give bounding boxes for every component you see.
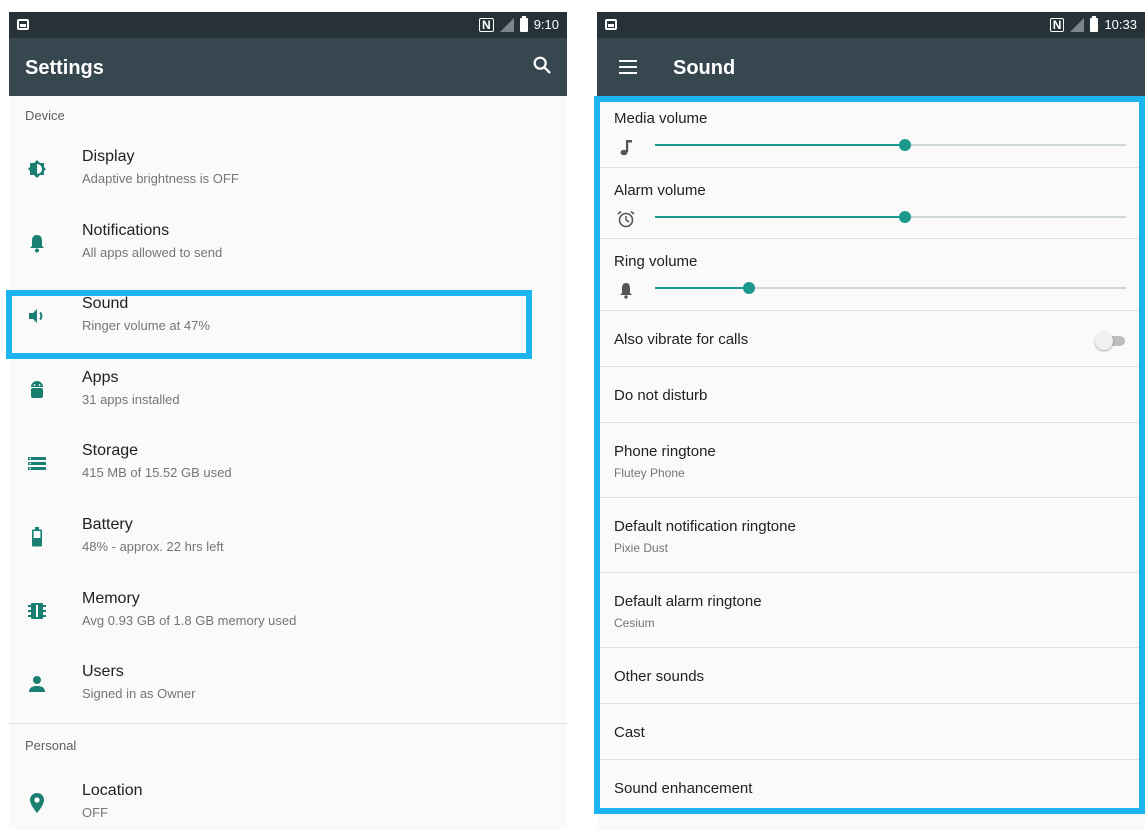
pref-title: Do not disturb <box>614 386 708 404</box>
phone-ringtone-row[interactable]: Phone ringtone Flutey Phone <box>597 423 1145 498</box>
status-bar: N 10:33 <box>597 12 1145 38</box>
slider-fill <box>655 287 750 289</box>
sound-enhancement-row[interactable]: Sound enhancement <box>597 760 1145 816</box>
pref-title: Also vibrate for calls <box>614 330 749 348</box>
item-title: Users <box>82 663 124 681</box>
slider-fill <box>655 215 905 218</box>
image-notification-icon <box>605 19 617 30</box>
page-title: Settings <box>25 57 104 79</box>
app-bar: Sound <box>597 38 1145 96</box>
item-subtitle: Adaptive brightness is OFF <box>82 171 239 186</box>
item-subtitle: Signed in as Owner <box>82 686 196 702</box>
item-subtitle: 48% - approx. 22 hrs left <box>82 538 224 554</box>
pref-title: Phone ringtone <box>614 442 716 460</box>
notification-ringtone-row[interactable]: Default notification ringtone Pixie Dust <box>597 498 1145 573</box>
page-title: Sound <box>673 57 736 79</box>
toggle-thumb <box>1095 331 1113 350</box>
vibrate-toggle[interactable] <box>1095 331 1125 350</box>
hamburger-menu-icon[interactable] <box>619 60 637 74</box>
pref-value: Pixie Dust <box>614 540 669 555</box>
volume-label: Ring volume <box>614 253 698 270</box>
item-title: Memory <box>82 589 140 607</box>
location-pin-icon <box>30 792 44 813</box>
status-icons: N 10:33 <box>1049 15 1137 32</box>
ring-volume-slider[interactable] <box>655 282 1126 294</box>
item-title: Battery <box>82 515 133 533</box>
cast-row[interactable]: Cast <box>597 704 1145 760</box>
settings-item-display[interactable]: Display Adaptive brightness is OFF <box>9 134 567 208</box>
item-subtitle: OFF <box>82 804 108 820</box>
section-header-device: Device <box>25 108 65 123</box>
music-note-icon <box>620 140 632 156</box>
item-title: Notifications <box>82 221 170 239</box>
speaker-icon <box>29 309 43 324</box>
item-subtitle: All apps allowed to send <box>82 244 223 260</box>
settings-screen: N 9:10 Settings Device Display Adaptive … <box>9 12 567 830</box>
item-subtitle: 31 apps installed <box>82 391 180 407</box>
app-bar: Settings <box>9 38 567 96</box>
item-title: Location <box>82 781 143 799</box>
sound-screen: N 10:33 Sound Media volume Alarm volume <box>597 12 1145 830</box>
item-subtitle: Ringer volume at 47% <box>82 318 210 334</box>
item-title: Apps <box>82 368 119 386</box>
search-icon[interactable] <box>531 54 553 76</box>
status-icons: N 9:10 <box>479 15 559 32</box>
settings-item-storage[interactable]: Storage 415 MB of 15.52 GB used <box>9 428 567 502</box>
alarm-volume-slider[interactable] <box>655 210 1126 223</box>
battery-status-icon <box>1090 15 1099 32</box>
status-bar: N 9:10 <box>9 12 567 38</box>
item-subtitle: Avg 0.93 GB of 1.8 GB memory used <box>82 612 297 628</box>
pref-title: Sound enhancement <box>614 779 753 797</box>
clock: 10:33 <box>1104 17 1137 32</box>
item-title: Storage <box>82 442 139 460</box>
pref-value: Cesium <box>614 615 655 630</box>
other-sounds-row[interactable]: Other sounds <box>597 648 1145 704</box>
settings-item-memory[interactable]: Memory Avg 0.93 GB of 1.8 GB memory used <box>9 576 567 650</box>
storage-icon <box>28 457 46 471</box>
pref-title: Default notification ringtone <box>614 517 796 535</box>
clock: 9:10 <box>533 17 559 32</box>
slider-fill <box>655 144 905 146</box>
nfc-icon: N <box>479 17 494 32</box>
volume-label: Media volume <box>614 110 708 127</box>
media-volume-row: Media volume <box>597 96 1145 168</box>
settings-item-location[interactable]: Location OFF <box>9 768 567 830</box>
person-icon <box>29 676 45 693</box>
slider-thumb[interactable] <box>743 282 756 294</box>
item-title: Display <box>82 148 135 165</box>
pref-title: Default alarm ringtone <box>614 592 762 610</box>
volume-label: Alarm volume <box>614 181 706 199</box>
ring-volume-row: Ring volume <box>597 239 1145 311</box>
item-title: Sound <box>82 295 129 313</box>
slider-thumb[interactable] <box>898 210 911 223</box>
pref-title: Cast <box>614 723 645 741</box>
item-subtitle: 415 MB of 15.52 GB used <box>82 465 232 481</box>
nfc-icon: N <box>1049 17 1065 32</box>
brightness-icon <box>28 160 46 178</box>
settings-item-apps[interactable]: Apps 31 apps installed <box>9 355 567 429</box>
no-signal-icon <box>1070 17 1085 32</box>
memory-icon <box>28 602 46 619</box>
vibrate-for-calls-row[interactable]: Also vibrate for calls <box>597 311 1145 367</box>
android-icon <box>31 380 43 398</box>
settings-item-battery[interactable]: Battery 48% - approx. 22 hrs left <box>9 502 567 576</box>
settings-item-notifications[interactable]: Notifications All apps allowed to send <box>9 208 567 282</box>
settings-item-users[interactable]: Users Signed in as Owner <box>9 649 567 723</box>
bell-icon <box>620 283 632 299</box>
section-header-personal: Personal <box>25 737 77 753</box>
battery-status-icon <box>519 15 528 32</box>
pref-value: Flutey Phone <box>614 465 685 480</box>
image-notification-icon <box>17 19 29 30</box>
battery-icon <box>32 526 42 547</box>
alarm-ringtone-row[interactable]: Default alarm ringtone Cesium <box>597 573 1145 648</box>
alarm-volume-row: Alarm volume <box>597 168 1145 239</box>
slider-thumb[interactable] <box>898 139 911 151</box>
media-volume-slider[interactable] <box>655 139 1126 151</box>
bell-icon <box>30 234 44 253</box>
alarm-clock-icon <box>617 210 635 227</box>
settings-item-sound[interactable]: Sound Ringer volume at 47% <box>9 281 567 355</box>
pref-title: Other sounds <box>614 667 705 685</box>
do-not-disturb-row[interactable]: Do not disturb <box>597 367 1145 423</box>
no-signal-icon <box>499 17 514 32</box>
